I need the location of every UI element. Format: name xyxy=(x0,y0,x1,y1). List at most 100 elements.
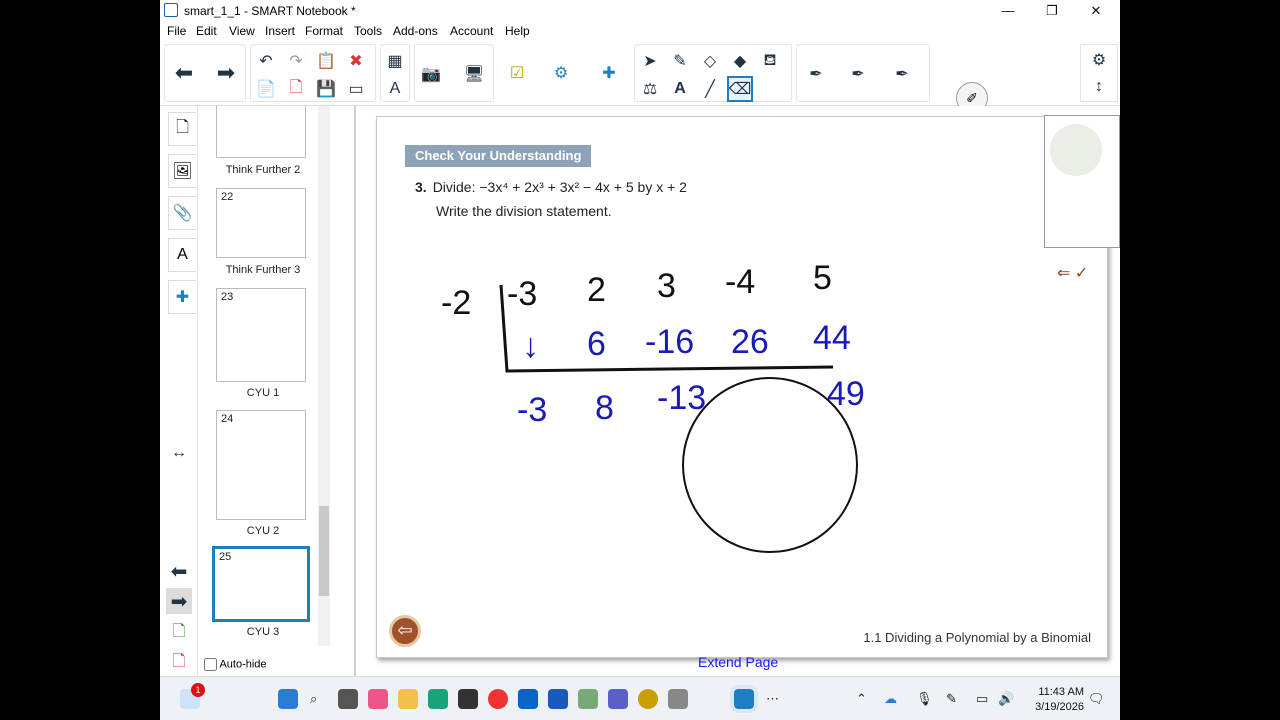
menu-file[interactable]: File xyxy=(167,24,186,38)
clock-date: 3/19/2026 xyxy=(1035,701,1084,713)
table-icon[interactable]: ▦ xyxy=(382,48,408,74)
pen-preset-3-icon[interactable]: ✒ xyxy=(889,61,915,87)
teams-icon[interactable] xyxy=(608,689,628,709)
thumb-number: 25 xyxy=(219,551,232,563)
display-icon[interactable]: 🖥 xyxy=(461,61,487,87)
previous-page-icon[interactable]: ⬅ xyxy=(171,60,197,86)
page-thumbnail[interactable] xyxy=(216,106,306,158)
menu-help[interactable]: Help xyxy=(505,24,530,38)
minimize-button[interactable]: — xyxy=(986,0,1030,22)
menu-addons[interactable]: Add-ons xyxy=(393,24,438,38)
ink-product: 44 xyxy=(813,319,851,357)
onedrive-icon[interactable]: ☁ xyxy=(884,691,897,707)
home-icon[interactable] xyxy=(1050,124,1102,176)
outlook-icon[interactable] xyxy=(518,689,538,709)
task-view-icon[interactable] xyxy=(338,689,358,709)
pen-preset-1-icon[interactable]: ✒ xyxy=(803,61,829,87)
ink-result: -13 xyxy=(657,379,706,417)
notebook-page[interactable]: Check Your Understanding 3. Divide: −3x⁴ … xyxy=(376,116,1108,658)
smart-notebook-taskbar-icon[interactable] xyxy=(730,685,758,713)
pen-icon[interactable]: ✎ xyxy=(667,48,693,74)
paste-icon[interactable]: 📋 xyxy=(313,48,339,74)
page-thumbnail-selected[interactable]: 25 xyxy=(212,546,310,622)
volume-icon[interactable]: 🔊 xyxy=(998,691,1014,707)
pen-menu-icon[interactable]: ✎ xyxy=(946,691,957,707)
check-answer-icon[interactable]: ⇐ ✓ xyxy=(1057,263,1088,283)
activity-icon[interactable]: ⚙ xyxy=(548,60,574,86)
network-icon[interactable]: ▭ xyxy=(976,691,988,707)
redo-icon[interactable]: ↷ xyxy=(283,48,309,74)
resize-sidebar-icon[interactable]: ↔ xyxy=(166,440,192,466)
measurement-icon[interactable]: ⚖ xyxy=(637,76,663,102)
menu-edit[interactable]: Edit xyxy=(196,24,217,38)
store-icon[interactable] xyxy=(458,689,478,709)
chrome-icon[interactable] xyxy=(488,689,508,709)
eraser-active-icon[interactable]: ⌫ xyxy=(727,76,753,102)
edge-icon[interactable] xyxy=(428,689,448,709)
page-thumbnail[interactable]: 24 xyxy=(216,410,306,520)
next-page-icon[interactable]: ➡ xyxy=(213,60,239,86)
fill-icon[interactable]: ⛾ xyxy=(757,48,783,74)
page-thumbnail[interactable]: 22 xyxy=(216,188,306,258)
ink-result: 8 xyxy=(595,389,614,427)
menu-format[interactable]: Format xyxy=(305,24,343,38)
select-icon[interactable]: ➤ xyxy=(637,48,663,74)
delete-page-icon[interactable]: 🗋 xyxy=(283,76,309,102)
page-sorter-tab-icon[interactable]: 🗋 xyxy=(168,112,196,146)
close-button[interactable]: ✕ xyxy=(1074,0,1118,22)
properties-tab-icon[interactable]: A xyxy=(168,238,196,272)
undo-icon[interactable]: ↶ xyxy=(253,48,279,74)
shapes-icon[interactable]: ◇ xyxy=(697,48,723,74)
add-page-icon[interactable]: 📄 xyxy=(253,76,279,102)
word-icon[interactable] xyxy=(548,689,568,709)
chevron-up-icon[interactable]: ⌃ xyxy=(856,691,867,707)
sidebar-add-page-icon[interactable]: 🗋 xyxy=(166,620,192,646)
addons-tab-icon[interactable]: ✚ xyxy=(168,280,196,314)
save-icon[interactable]: 💾 xyxy=(313,76,339,102)
file-explorer-icon[interactable] xyxy=(398,689,418,709)
app-icon[interactable] xyxy=(668,689,688,709)
sidebar-delete-page-icon[interactable]: 🗋 xyxy=(166,650,192,676)
text-recognition-icon[interactable]: A xyxy=(382,76,408,102)
menu-insert[interactable]: Insert xyxy=(265,24,295,38)
delete-icon[interactable]: ✖ xyxy=(343,48,369,74)
copilot-icon[interactable] xyxy=(368,689,388,709)
auto-hide-box[interactable] xyxy=(204,658,217,671)
sidebar-next-icon[interactable]: ➡ xyxy=(166,588,192,614)
addons-puzzle-icon[interactable]: ✚ xyxy=(596,60,622,86)
menu-view[interactable]: View xyxy=(229,24,255,38)
settings-gear-icon[interactable]: ⚙ xyxy=(1086,47,1112,73)
more-icon[interactable]: ⋯ xyxy=(766,691,779,707)
app-icon[interactable] xyxy=(638,689,658,709)
camera-icon[interactable]: 📷 xyxy=(418,61,444,87)
app-icon[interactable] xyxy=(578,689,598,709)
screen-shade-icon[interactable]: ▭ xyxy=(343,76,369,102)
auto-hide-checkbox[interactable]: Auto-hide xyxy=(204,658,267,671)
response-icon[interactable]: ☑ xyxy=(504,60,530,86)
start-icon[interactable] xyxy=(278,689,298,709)
clock[interactable]: 11:43 AM 3/19/2026 xyxy=(1035,685,1084,715)
back-arrow-icon[interactable]: ⇦ xyxy=(389,615,421,647)
extend-page-link[interactable]: Extend Page xyxy=(698,654,778,670)
notifications-icon[interactable]: 🗨 xyxy=(1088,691,1105,707)
scrollbar-thumb[interactable] xyxy=(319,506,329,596)
sorter-scrollbar[interactable] xyxy=(318,106,330,646)
microphone-icon[interactable]: 🎙 xyxy=(916,691,933,707)
line-icon[interactable]: ╱ xyxy=(697,76,723,102)
page-thumbnail[interactable]: 23 xyxy=(216,288,306,382)
attachments-tab-icon[interactable]: 📎 xyxy=(168,196,196,230)
sidebar-tabs: 🗋 🖼 📎 A ✚ ↔ ⬅ ➡ 🗋 🗋 xyxy=(160,106,198,676)
splitter[interactable] xyxy=(354,106,356,676)
move-toolbar-icon[interactable]: ↕ xyxy=(1086,74,1112,100)
maximize-button[interactable]: ❐ xyxy=(1030,0,1074,22)
gallery-tab-icon[interactable]: 🖼 xyxy=(168,154,196,188)
eraser-icon[interactable]: ◆ xyxy=(727,48,753,74)
pen-preset-2-icon[interactable]: ✒ xyxy=(845,61,871,87)
thumb-label: Think Further 3 xyxy=(225,264,301,276)
sidebar-prev-icon[interactable]: ⬅ xyxy=(166,558,192,584)
menu-tools[interactable]: Tools xyxy=(354,24,382,38)
text-icon[interactable]: A xyxy=(667,76,693,102)
search-icon[interactable]: ⌕ xyxy=(310,691,317,707)
menu-account[interactable]: Account xyxy=(450,24,493,38)
thumb-label: Think Further 2 xyxy=(225,164,301,176)
